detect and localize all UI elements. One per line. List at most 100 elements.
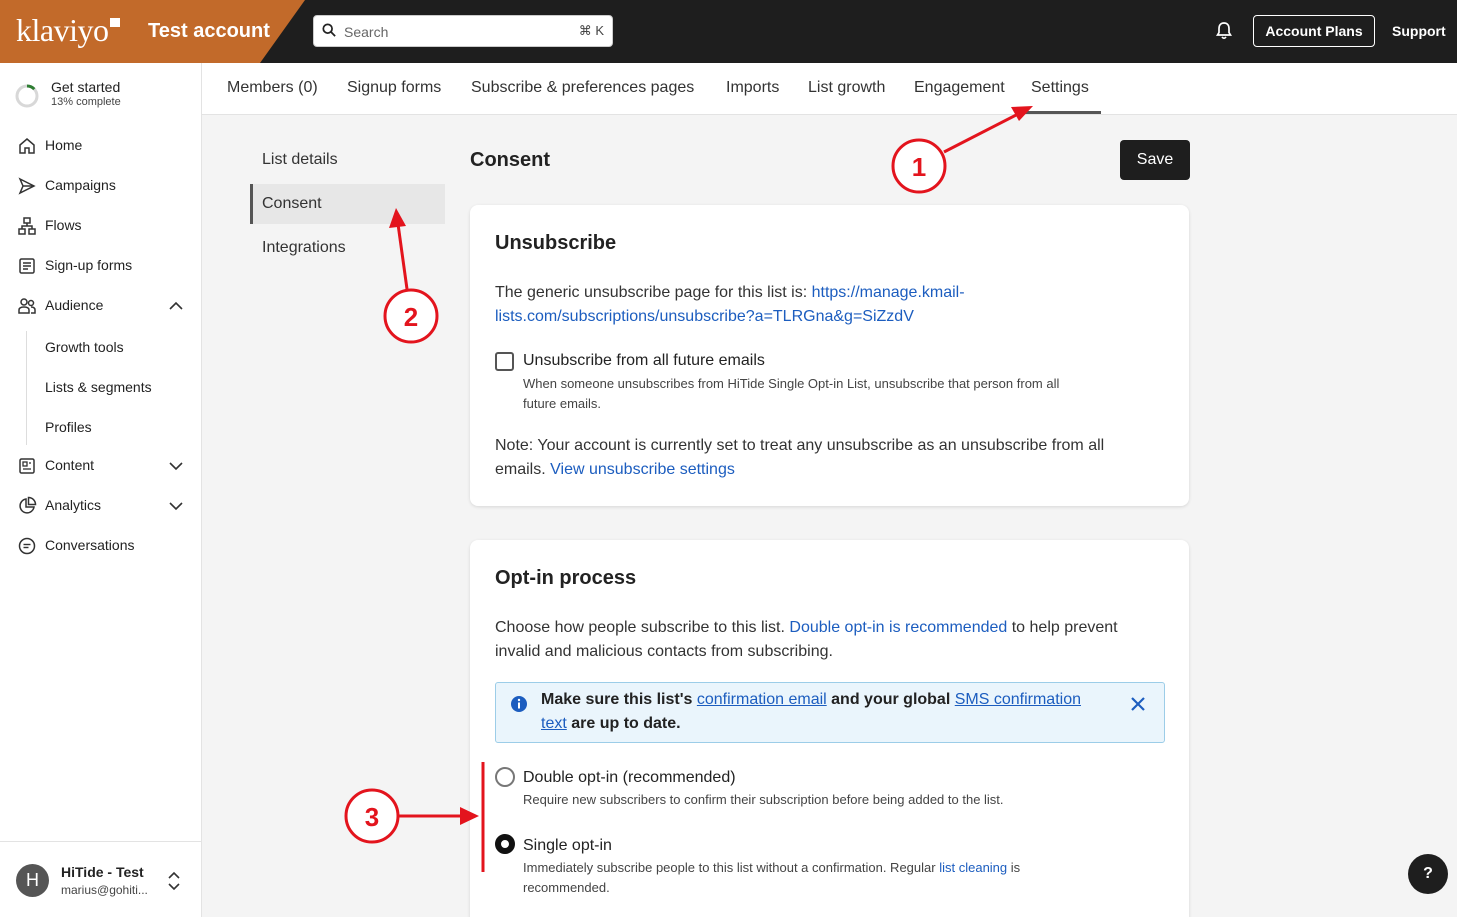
support-link[interactable]: Support <box>1392 23 1446 39</box>
active-tab-indicator <box>1021 111 1101 114</box>
tab-list-growth[interactable]: List growth <box>808 79 885 97</box>
form-icon <box>19 258 35 274</box>
help-button[interactable]: ? <box>1408 854 1448 894</box>
logo-flag-icon <box>110 18 121 27</box>
search-box[interactable]: ⌘ K <box>313 15 613 47</box>
chevron-down-icon[interactable] <box>168 498 184 514</box>
info-banner-text: Make sure this list's confirmation email… <box>541 688 1101 736</box>
save-button[interactable]: Save <box>1120 140 1190 180</box>
sidebar-item-campaigns[interactable]: Campaigns <box>0 167 202 203</box>
sidebar-item-signup-forms[interactable]: Sign-up forms <box>0 247 202 283</box>
chevron-up-down-icon[interactable] <box>166 870 182 892</box>
bell-icon[interactable] <box>1214 21 1234 41</box>
tab-settings[interactable]: Settings <box>1031 79 1089 97</box>
sidebar-item-conversations[interactable]: Conversations <box>0 527 202 563</box>
chevron-down-icon[interactable] <box>168 458 184 474</box>
unsubscribe-title: Unsubscribe <box>495 232 617 254</box>
tab-members[interactable]: Members (0) <box>227 79 318 97</box>
annotation-1: 1 <box>891 106 1033 194</box>
account-plans-button[interactable]: Account Plans <box>1253 15 1375 47</box>
double-optin-label[interactable]: Double opt-in (recommended) <box>523 769 736 787</box>
optin-desc-suffix: to help prevent <box>1011 619 1118 636</box>
sidebar-item-label: Sign-up forms <box>45 257 133 273</box>
unsubscribe-desc-line2: future emails. <box>523 396 602 411</box>
chat-icon <box>18 537 36 555</box>
user-email: marius@gohiti... <box>61 883 148 897</box>
search-input[interactable] <box>344 22 574 42</box>
tab-subscribe-preferences[interactable]: Subscribe & preferences pages <box>471 79 694 97</box>
sidebar-item-label: Flows <box>45 217 82 233</box>
confirmation-email-link[interactable]: confirmation email <box>697 691 827 708</box>
close-icon[interactable] <box>1129 695 1147 713</box>
sidebar-item-label: Audience <box>45 297 104 313</box>
chevron-up-icon[interactable] <box>168 298 184 314</box>
single-optin-desc-line2: recommended. <box>523 880 610 895</box>
sidebar-subitem-profiles[interactable]: Profiles <box>45 419 92 435</box>
double-optin-recommended-link[interactable]: Double opt-in is recommended <box>789 619 1007 636</box>
unsubscribe-url-part2: lists.com/subscriptions/unsubscribe?a=TL… <box>495 308 914 325</box>
list-cleaning-link[interactable]: list cleaning <box>939 860 1007 875</box>
sms-confirmation-link[interactable]: SMS confirmation <box>955 691 1081 708</box>
sidebar: Get started 13% complete Home Campaigns … <box>0 63 202 917</box>
unsubscribe-intro: The generic unsubscribe page for this li… <box>495 284 808 301</box>
list-tabs: Members (0) Signup forms Subscribe & pre… <box>202 63 1457 115</box>
annotation-number: 2 <box>404 302 418 332</box>
account-name[interactable]: Test account <box>148 20 270 43</box>
annotation-number: 1 <box>912 152 926 182</box>
annotation-3: 3 <box>344 762 485 872</box>
sidebar-subitem-lists-segments[interactable]: Lists & segments <box>45 379 152 395</box>
view-unsubscribe-settings-link[interactable]: View unsubscribe settings <box>550 461 735 478</box>
sms-confirmation-link-text[interactable]: text <box>541 715 567 732</box>
flow-icon <box>18 217 36 235</box>
sidebar-item-home[interactable]: Home <box>0 127 202 163</box>
avatar: H <box>16 864 49 897</box>
sidebar-item-flows[interactable]: Flows <box>0 207 202 243</box>
content-icon <box>19 458 35 474</box>
get-started-title: Get started <box>51 79 121 95</box>
klaviyo-logo[interactable]: klaviyo <box>16 12 121 49</box>
sidebar-item-label: Campaigns <box>45 177 116 193</box>
tab-signup-forms[interactable]: Signup forms <box>347 79 441 97</box>
unsubscribe-all-checkbox[interactable] <box>495 352 514 371</box>
unsubscribe-desc-line1: When someone unsubscribes from HiTide Si… <box>523 376 1060 391</box>
send-icon <box>18 177 36 195</box>
single-optin-desc-suffix: is <box>1010 860 1021 875</box>
sidebar-subitem-growth-tools[interactable]: Growth tools <box>45 339 124 355</box>
unsubscribe-note: Note: Your account is currently set to t… <box>495 434 1165 482</box>
single-optin-description: Immediately subscribe people to this lis… <box>523 858 1143 898</box>
info-icon <box>511 696 527 712</box>
note-line1: Note: Your account is currently set to t… <box>495 437 1105 454</box>
note-line2: emails. <box>495 461 546 478</box>
optin-desc-line2: invalid and malicious contacts from subs… <box>495 643 833 660</box>
account-switcher[interactable]: H HiTide - Test marius@gohiti... <box>0 841 202 917</box>
unsubscribe-url-part1: https://manage.kmail- <box>811 284 965 301</box>
info-text-part2: and your global <box>831 691 951 708</box>
tab-imports[interactable]: Imports <box>726 79 779 97</box>
analytics-icon <box>19 496 37 514</box>
page-title: Consent <box>470 149 550 171</box>
unsubscribe-page-text: The generic unsubscribe page for this li… <box>495 281 1165 329</box>
sidebar-item-label: Analytics <box>45 497 102 513</box>
settings-nav-list-details[interactable]: List details <box>262 151 338 169</box>
info-text-part3: are up to date. <box>571 715 681 732</box>
settings-nav-consent[interactable]: Consent <box>262 195 322 213</box>
sidebar-item-label: Conversations <box>45 537 135 553</box>
unsubscribe-all-label[interactable]: Unsubscribe from all future emails <box>523 352 765 370</box>
get-started-progress: 13% complete <box>51 96 121 108</box>
annotation-number: 3 <box>365 802 379 832</box>
tab-engagement[interactable]: Engagement <box>914 79 1005 97</box>
sidebar-item-content[interactable]: Content <box>0 447 202 483</box>
sidebar-item-label: Home <box>45 137 83 153</box>
settings-nav-integrations[interactable]: Integrations <box>262 239 346 257</box>
optin-card: Opt-in process Choose how people subscri… <box>470 540 1189 917</box>
people-icon <box>18 298 36 314</box>
single-optin-label[interactable]: Single opt-in <box>523 837 612 855</box>
search-icon <box>322 23 336 37</box>
sidebar-item-audience[interactable]: Audience <box>0 287 202 323</box>
sidebar-item-analytics[interactable]: Analytics <box>0 487 202 523</box>
optin-title: Opt-in process <box>495 567 637 589</box>
single-optin-radio[interactable] <box>495 834 515 854</box>
progress-ring-icon <box>15 84 39 108</box>
double-optin-radio[interactable] <box>495 767 515 787</box>
optin-desc-prefix: Choose how people subscribe to this list… <box>495 619 785 636</box>
